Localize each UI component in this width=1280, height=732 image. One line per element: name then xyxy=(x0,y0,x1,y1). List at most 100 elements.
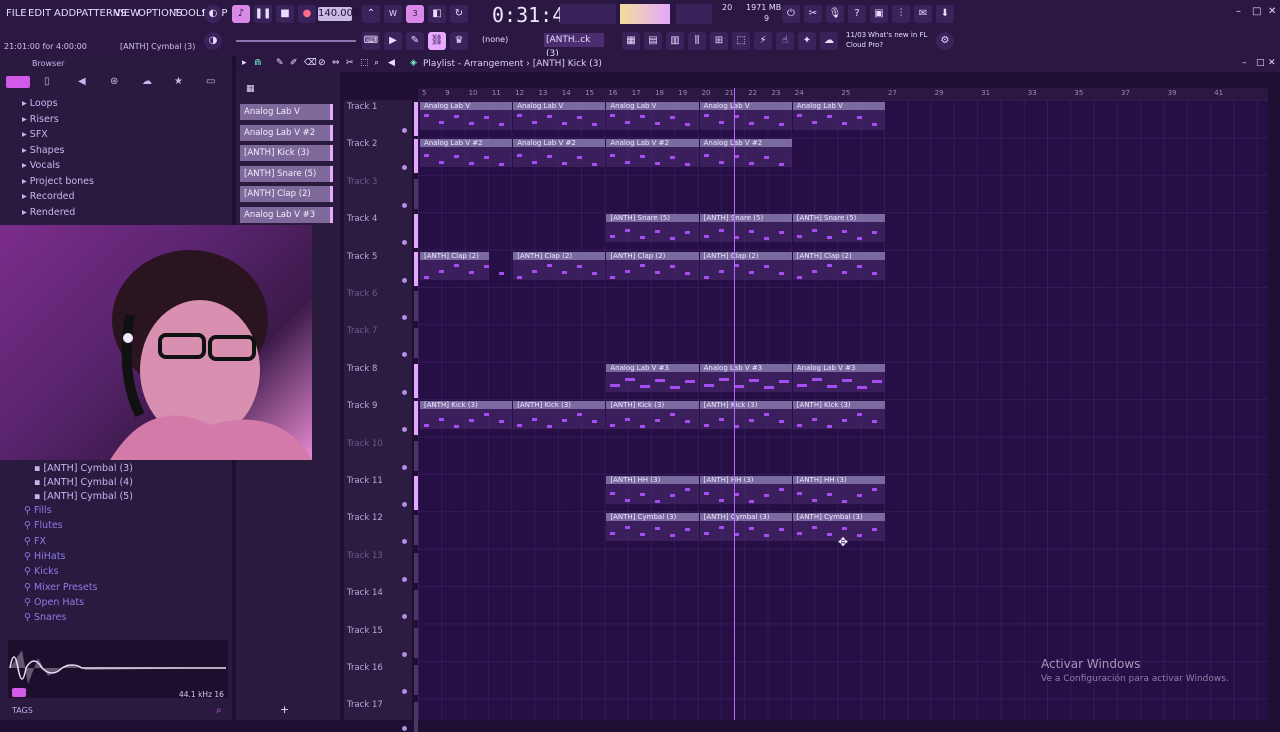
playlist-clip[interactable]: [ANTH] Clap (2) xyxy=(792,251,885,280)
playlist-clip[interactable]: [ANTH] Snare (5) xyxy=(699,214,792,243)
playlist-grid[interactable]: Analog Lab V Analog Lab V Analog Lab V Anal… xyxy=(418,100,1268,720)
browser-cloud-icon[interactable]: ☁ xyxy=(142,76,152,87)
playlist-clip[interactable]: [ANTH] Snare (5) xyxy=(606,214,699,243)
playlist-clip[interactable]: Analog Lab V xyxy=(606,102,699,130)
playlist-clip[interactable]: [ANTH] Kick (3) xyxy=(513,401,606,430)
pattern-item[interactable]: Analog Lab V #2 xyxy=(240,124,333,141)
browser-item[interactable]: ⚲ Fills xyxy=(24,505,52,516)
browser-item[interactable]: ▪ [ANTH] Cymbal (3) xyxy=(34,463,133,474)
draw-tool-icon[interactable]: ✎ xyxy=(276,58,284,68)
track-label[interactable]: Track 5 xyxy=(347,252,377,262)
browser-view-icon[interactable]: ⊞ xyxy=(710,32,728,50)
browser-all-tab[interactable] xyxy=(6,76,30,88)
add-track-icon[interactable]: + xyxy=(280,703,289,716)
tags-label[interactable]: TAGS xyxy=(12,706,33,715)
track-label[interactable]: Track 7 xyxy=(347,326,377,336)
browser-item[interactable]: ▸ Shapes xyxy=(22,145,65,156)
news-text-2[interactable]: Cloud Pro? xyxy=(846,41,883,49)
master-slider[interactable] xyxy=(236,40,356,42)
track-label[interactable]: Track 6 xyxy=(347,289,377,299)
pattern-item[interactable]: Analog Lab V xyxy=(240,104,333,120)
track-label[interactable]: Track 11 xyxy=(347,476,383,486)
playlist-clip[interactable]: [ANTH] Cymbal (3) xyxy=(606,513,699,542)
browser-item[interactable]: ⚲ Flutes xyxy=(24,520,63,531)
playlist-clip[interactable]: Analog Lab V #2 xyxy=(420,139,513,168)
touch-icon[interactable]: ☝ xyxy=(776,32,794,50)
playlist-clip[interactable]: [ANTH] Snare (5) xyxy=(792,214,885,243)
browser-item[interactable]: ⚲ Mixer Presets xyxy=(24,582,98,593)
menu-edit[interactable]: EDIT xyxy=(28,8,51,19)
pattern-item[interactable]: Analog Lab V #3 xyxy=(240,207,333,223)
step-edit-icon[interactable]: ▶ xyxy=(384,32,402,50)
track-enable-dot[interactable] xyxy=(402,614,407,620)
snap-select[interactable]: (none) xyxy=(482,35,508,44)
browser-item[interactable]: ⚲ Snares xyxy=(24,612,66,623)
pattern-selector[interactable]: [ANTH..ck (3) xyxy=(544,33,604,59)
track-label[interactable]: Track 2 xyxy=(347,139,377,149)
menu-view[interactable]: VIEW xyxy=(114,8,140,19)
tempo-display[interactable]: 140.000 xyxy=(318,7,359,21)
wait-input-icon[interactable]: W xyxy=(384,5,402,23)
playlist-clip[interactable]: [ANTH] Cymbal (3) xyxy=(699,513,792,542)
arrangement-icon[interactable]: ◈ xyxy=(410,58,417,68)
playlist-clip[interactable]: [ANTH] Kick (3) xyxy=(699,401,792,430)
track-enable-dot[interactable] xyxy=(402,240,407,246)
browser-folder-icon[interactable]: ▭ xyxy=(206,76,215,87)
browser-item[interactable]: ▸ Vocals xyxy=(22,160,60,171)
record-button[interactable]: ● xyxy=(298,5,316,23)
track-enable-dot[interactable] xyxy=(402,389,407,395)
microphone-icon[interactable]: 🎙 xyxy=(826,5,844,23)
playlist-menu-icon[interactable]: ▸ xyxy=(242,58,247,68)
playlist-clip[interactable]: Analog Lab V xyxy=(792,102,885,130)
playlist-clip[interactable]: Analog Lab V #3 xyxy=(792,363,885,392)
pause-button[interactable]: ❚❚ xyxy=(254,5,272,23)
browser-item[interactable]: ▸ Risers xyxy=(22,114,59,125)
pattern-item[interactable]: [ANTH] Kick (3) xyxy=(240,145,333,162)
maximize-icon[interactable]: □ xyxy=(1252,6,1261,17)
browser-plugin-icon[interactable]: ⊛ xyxy=(110,76,118,87)
browser-item[interactable]: ⚲ HiHats xyxy=(24,551,65,562)
track-label[interactable]: Track 9 xyxy=(347,401,377,411)
track-enable-dot[interactable] xyxy=(402,502,407,507)
menu-add[interactable]: ADD xyxy=(54,8,76,19)
preview-play-button[interactable] xyxy=(12,688,26,697)
slice-tool-icon[interactable]: ✂ xyxy=(346,58,354,68)
playlist-clip[interactable]: Analog Lab V #2 xyxy=(513,139,606,168)
metronome-icon[interactable]: ⌃ xyxy=(362,5,380,23)
playlist-clip[interactable]: [ANTH] Clap (2) xyxy=(699,251,792,280)
cut-icon[interactable]: ✂ xyxy=(804,5,822,23)
slip-tool-icon[interactable]: ⇔ xyxy=(332,58,340,68)
blend-notes-icon[interactable]: ◧ xyxy=(428,5,446,23)
browser-star-icon[interactable]: ★ xyxy=(174,76,183,87)
timeline-ruler[interactable]: 5 9 10 11 12 13 14 15 16 17 18 19 20 21 22 23 24 25 27 29 31… xyxy=(418,88,1268,100)
song-mode-button[interactable]: ♪ xyxy=(232,5,250,23)
pattern-item[interactable]: [ANTH] Clap (2) xyxy=(240,186,333,203)
playlist-close-icon[interactable]: ✕ xyxy=(1268,58,1276,68)
help-icon[interactable]: ? xyxy=(848,5,866,23)
track-enable-dot[interactable] xyxy=(402,165,407,171)
plug-icon[interactable]: ⚡ xyxy=(754,32,772,50)
typing-keyboard-icon[interactable]: ⌨ xyxy=(362,32,380,50)
track-label[interactable]: Track 12 xyxy=(347,513,383,523)
track-enable-dot[interactable] xyxy=(402,539,407,545)
playlist-clip[interactable]: [ANTH] Clap (2) xyxy=(513,251,606,280)
browser-item[interactable]: ▸ Project bones xyxy=(22,176,94,187)
paint-tool-icon[interactable]: ✐ xyxy=(290,58,298,68)
channel-rack-icon[interactable]: ▥ xyxy=(666,32,684,50)
mixer-icon[interactable]: ⫶ xyxy=(892,5,910,23)
browser-item[interactable]: ⚲ FX xyxy=(24,536,46,547)
track-enable-dot[interactable] xyxy=(402,202,407,208)
track-enable-dot[interactable] xyxy=(402,576,407,582)
close-icon[interactable]: ✕ xyxy=(1268,6,1276,17)
mute-tool-icon[interactable]: ⊘ xyxy=(318,58,326,68)
track-enable-dot[interactable] xyxy=(402,277,407,283)
bird-icon[interactable]: ✦ xyxy=(798,32,816,50)
stop-button[interactable]: ■ xyxy=(276,5,294,23)
playlist-clip[interactable]: Analog Lab V #2 xyxy=(606,139,699,168)
track-enable-dot[interactable] xyxy=(402,689,407,694)
track-enable-dot[interactable] xyxy=(402,315,407,320)
mixer-view-icon[interactable]: ⫼ xyxy=(688,32,706,50)
playlist-clip[interactable]: Analog Lab V #2 xyxy=(699,139,792,168)
track-enable-dot[interactable] xyxy=(402,427,407,433)
track-enable-dot[interactable] xyxy=(402,352,407,358)
